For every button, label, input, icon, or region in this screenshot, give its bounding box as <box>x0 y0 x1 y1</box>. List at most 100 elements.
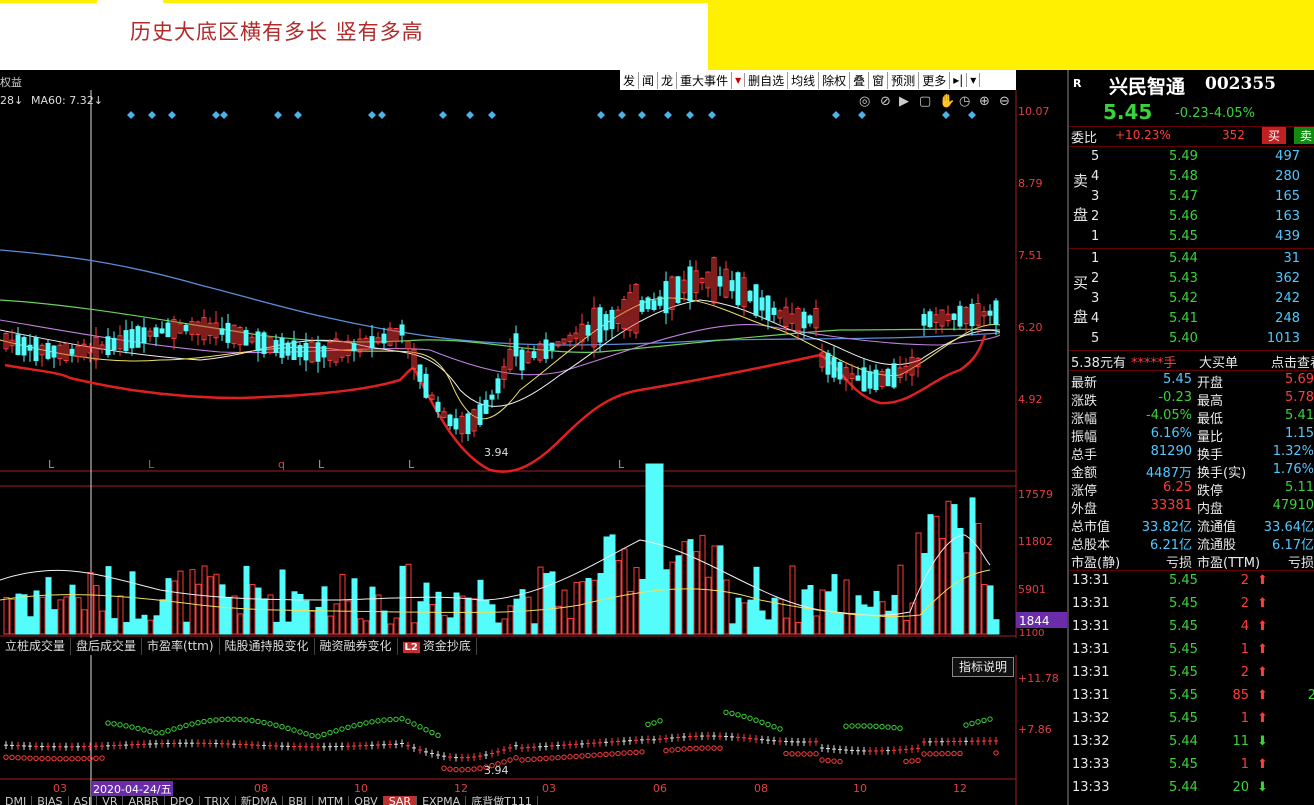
order-book-row: 2 5.43 362 <box>1069 271 1314 289</box>
zoom-in-icon[interactable]: ⊕ <box>979 94 990 109</box>
toolbar-item[interactable]: 龙 <box>658 71 678 89</box>
volume-bar <box>495 622 502 635</box>
order-ratio-diff: 352 <box>1222 128 1245 142</box>
tab-bbi[interactable]: BBI <box>283 796 313 805</box>
candle-body <box>861 367 867 392</box>
tab-mtm[interactable]: MTM <box>313 796 350 805</box>
tab-dpo[interactable]: DPO <box>165 796 200 805</box>
sar-low-label: 3.94 <box>484 764 509 777</box>
sar-dot <box>969 720 975 727</box>
hide-icon[interactable]: ⊘ <box>880 94 891 109</box>
banner-tab-accent <box>97 0 163 3</box>
volume-bar <box>747 599 754 635</box>
tab-margin-change[interactable]: 融资融券变化 <box>315 638 398 655</box>
tab-vr[interactable]: VR <box>97 796 124 805</box>
dropdown-arrow-icon[interactable]: ▾ <box>732 73 746 87</box>
play-icon[interactable]: ▶ <box>899 94 909 109</box>
eye-icon[interactable]: ◎ <box>859 94 870 109</box>
candle-body <box>495 378 501 394</box>
toolbar-item-forecast[interactable]: 预测 <box>888 71 920 89</box>
toolbar-dropdown-icon[interactable]: ▾ <box>967 73 981 87</box>
stock-header: R 兴民智通 002355 <box>1069 72 1314 98</box>
trade-price: 5.45 <box>1169 665 1198 680</box>
toolbar-item-overlay[interactable]: 叠 <box>850 71 870 89</box>
tab-dmi[interactable]: DMI <box>0 796 33 805</box>
tab-new-dma[interactable]: 新DMA <box>236 796 284 805</box>
order-volume: 497 <box>1275 149 1300 164</box>
toolbar-item-window[interactable]: 窗 <box>869 71 889 89</box>
arrow-up-icon: ⬆ <box>1257 757 1268 772</box>
volume-bar <box>921 553 928 635</box>
tab-pe-ttm[interactable]: 市盈率(ttm) <box>142 638 220 655</box>
sar-dot <box>837 758 843 765</box>
tab-obv[interactable]: OBV <box>349 796 384 805</box>
sar-dot <box>297 729 303 735</box>
candle-body <box>687 266 693 302</box>
candle-body <box>597 307 603 343</box>
trade-price: 5.45 <box>1169 619 1198 634</box>
tab-sar[interactable]: SAR <box>383 796 418 805</box>
sar-dot <box>711 745 717 751</box>
hand-icon[interactable]: ✋ <box>939 93 955 109</box>
toolbar-item-exright[interactable]: 除权 <box>819 71 851 89</box>
volume-bar <box>645 463 652 635</box>
candle-body <box>381 333 387 344</box>
kline-chart[interactable]: 10.07 8.79 7.51 6.20 4.92 17579 11802 59… <box>0 90 1067 638</box>
tab-bias[interactable]: BIAS <box>32 796 69 805</box>
toolbar-item-remove-watchlist[interactable]: 删自选 <box>745 71 789 89</box>
sar-dot <box>351 723 357 729</box>
tab-after-hours-volume[interactable]: 盘后成交量 <box>71 638 143 655</box>
big-order-row[interactable]: 5.38元有 *****手 大买单 点击查看 <box>1069 352 1314 371</box>
sar-dot <box>561 754 567 760</box>
sar-dot <box>783 750 789 757</box>
toolbar-item-ma[interactable]: 均线 <box>788 71 820 89</box>
sar-dot <box>405 718 411 724</box>
tab-pile-volume[interactable]: 立桩成交量 <box>0 638 72 655</box>
stat-value: 亏损 <box>1287 556 1314 571</box>
tab-arbr[interactable]: ARBR <box>123 796 165 805</box>
indicator-tab-bar: 立桩成交量 盘后成交量 市盈率(ttm) 陆股通持股变化 融资融券变化 L2 资金… <box>0 638 1016 655</box>
sell-button[interactable]: 卖 <box>1294 127 1314 144</box>
lock-icon[interactable]: ▢ <box>919 94 931 109</box>
trade-row: 13:31 5.45 4 ⬆ <box>1069 619 1314 642</box>
sar-dot <box>213 717 219 723</box>
tab-bottom-fishing[interactable]: L2 资金抄底 <box>398 638 477 655</box>
sar-dot <box>321 731 327 738</box>
sar-dot <box>375 718 381 724</box>
sar-dot <box>147 728 153 735</box>
stat-row: 振幅 6.16% 量比 1.15 <box>1069 426 1314 445</box>
candle-body <box>531 351 537 359</box>
tab-expma[interactable]: EXPMA <box>417 796 467 805</box>
candle-body <box>489 394 495 400</box>
sar-dot <box>99 755 105 761</box>
tab-northbound-holdings[interactable]: 陆股通持股变化 <box>220 638 315 655</box>
volume-bar <box>609 534 616 635</box>
sar-dot <box>273 722 279 728</box>
candle-body <box>735 272 741 306</box>
clock-icon[interactable]: ◷ <box>959 94 970 109</box>
stat-label: 最高 <box>1197 394 1224 409</box>
tab-asi[interactable]: ASI <box>69 796 98 805</box>
candle-body <box>33 336 39 362</box>
zoom-out-icon[interactable]: ⊖ <box>999 94 1010 109</box>
sar-dot <box>903 758 909 765</box>
candle-body <box>603 314 609 331</box>
stat-row: 最新 5.45 开盘 5.69 <box>1069 372 1314 391</box>
big-order-link[interactable]: 点击查看 <box>1271 352 1314 371</box>
toolbar-item[interactable]: 发 <box>620 71 640 89</box>
stat-row: 总市值 33.82亿 流通值 33.64亿 <box>1069 516 1314 535</box>
toolbar-item-major-events[interactable]: 重大事件 <box>677 71 733 89</box>
toolbar-expand-icon[interactable]: ▸| <box>950 73 968 87</box>
trade-volume: 11 <box>1232 734 1249 749</box>
sar-dot <box>567 754 573 760</box>
sar-dot <box>153 730 159 736</box>
toolbar-item-more[interactable]: 更多 <box>919 71 951 89</box>
tab-trix[interactable]: TRIX <box>200 796 236 805</box>
sar-dot <box>795 751 801 757</box>
buy-button[interactable]: 买 <box>1262 127 1286 144</box>
volume-bar <box>351 578 358 635</box>
toolbar-item[interactable]: 闻 <box>639 71 659 89</box>
candle-body <box>609 309 615 330</box>
sar-chart[interactable]: +11.78 +7.86 3.94 03 08 10 12 03 06 08 1… <box>0 655 1067 805</box>
tab-custom-t[interactable]: 底背做T111 <box>466 796 538 805</box>
